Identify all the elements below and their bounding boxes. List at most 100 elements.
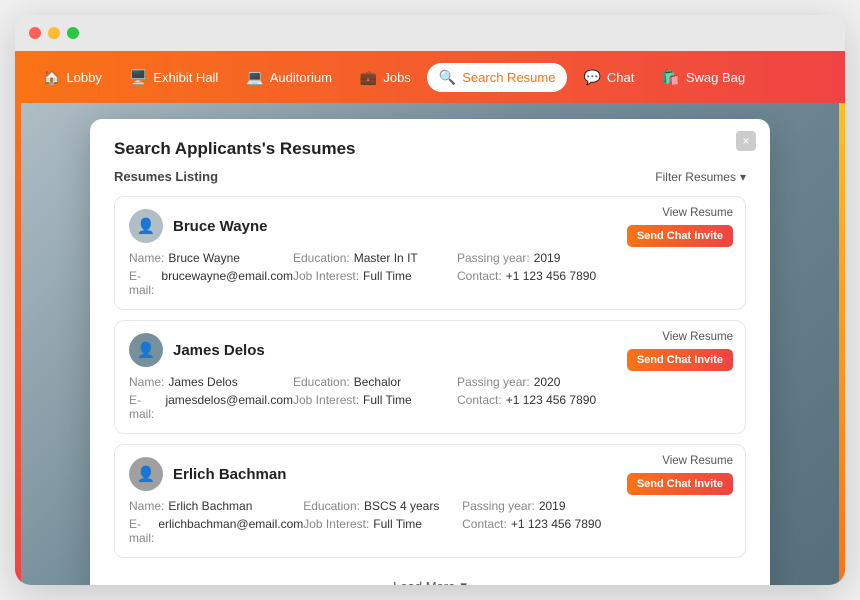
education-label: Education:: [293, 251, 350, 265]
detail-row: E-mail: erlichbachman@email.com: [129, 517, 303, 545]
passing-year-value: 2019: [534, 251, 561, 265]
home-icon: 🏠: [43, 69, 60, 86]
card-details: Name: Erlich Bachman Education: BSCS 4 y…: [129, 499, 731, 545]
close-button[interactable]: ×: [736, 131, 756, 151]
detail-row: Passing year: 2019: [462, 499, 621, 513]
exhibit-icon: 🖥️: [130, 69, 147, 86]
name-value: Erlich Bachman: [168, 499, 252, 513]
email-value: erlichbachman@email.com: [158, 517, 303, 545]
modal-subtitle-row: Resumes Listing Filter Resumes ▾: [114, 169, 746, 184]
chevron-down-icon: ▾: [740, 170, 746, 184]
sidebar-item-auditorium[interactable]: 💻 Auditorium: [234, 63, 344, 92]
job-interest-label: Job Interest:: [293, 269, 359, 297]
job-interest-value: Full Time: [363, 393, 412, 421]
avatar: 👤: [129, 457, 163, 491]
contact-value: +1 123 456 7890: [506, 269, 596, 297]
name-label: Name:: [129, 375, 164, 389]
chevron-down-icon: ▾: [460, 578, 467, 585]
detail-row: Job Interest: Full Time: [303, 517, 462, 545]
resumes-listing-label: Resumes Listing: [114, 169, 218, 184]
job-interest-label: Job Interest:: [293, 393, 359, 421]
email-label: E-mail:: [129, 269, 157, 297]
applicant-name: Erlich Bachman: [173, 466, 286, 483]
view-resume-link[interactable]: View Resume: [662, 331, 733, 343]
card-actions: View Resume Send Chat Invite: [627, 331, 733, 371]
sidebar-item-jobs[interactable]: 💼 Jobs: [348, 63, 423, 92]
passing-year-label: Passing year:: [457, 251, 530, 265]
name-value: James Delos: [168, 375, 237, 389]
applicant-name: Bruce Wayne: [173, 218, 267, 235]
view-resume-link[interactable]: View Resume: [662, 455, 733, 467]
applicant-name: James Delos: [173, 342, 265, 359]
education-label: Education:: [293, 375, 350, 389]
dot-green[interactable]: [67, 27, 79, 39]
chat-icon: 💬: [583, 69, 600, 86]
search-resume-label: Search Resume: [462, 70, 555, 85]
email-label: E-mail:: [129, 393, 161, 421]
applicant-card: 👤 Erlich Bachman View Resume Send Chat I…: [114, 444, 746, 558]
detail-row: Contact: +1 123 456 7890: [462, 517, 621, 545]
detail-row: Passing year: 2020: [457, 375, 621, 389]
jobs-icon: 💼: [360, 69, 377, 86]
load-more-label: Load More: [393, 579, 455, 586]
job-interest-label: Job Interest:: [303, 517, 369, 545]
dot-yellow[interactable]: [48, 27, 60, 39]
navbar: 🏠 Lobby 🖥️ Exhibit Hall 💻 Auditorium 💼 J…: [15, 51, 845, 103]
detail-row: Name: James Delos: [129, 375, 293, 389]
sidebar-item-search-resume[interactable]: 🔍 Search Resume: [427, 63, 568, 92]
detail-row: Contact: +1 123 456 7890: [457, 393, 621, 421]
sidebar-item-swag-bag[interactable]: 🛍️ Swag Bag: [650, 63, 757, 92]
send-chat-invite-button[interactable]: Send Chat Invite: [627, 225, 733, 247]
avatar: 👤: [129, 333, 163, 367]
email-label: E-mail:: [129, 517, 154, 545]
detail-row: Contact: +1 123 456 7890: [457, 269, 621, 297]
detail-row: Education: BSCS 4 years: [303, 499, 462, 513]
email-value: jamesdelos@email.com: [165, 393, 293, 421]
education-label: Education:: [303, 499, 360, 513]
name-value: Bruce Wayne: [168, 251, 240, 265]
lobby-label: Lobby: [66, 70, 101, 85]
detail-row: Name: Erlich Bachman: [129, 499, 303, 513]
detail-row: Passing year: 2019: [457, 251, 621, 265]
avatar: 👤: [129, 209, 163, 243]
sidebar-item-exhibit-hall[interactable]: 🖥️ Exhibit Hall: [118, 63, 230, 92]
accent-right: [839, 103, 845, 585]
jobs-label: Jobs: [383, 70, 410, 85]
education-value: BSCS 4 years: [364, 499, 439, 513]
auditorium-label: Auditorium: [270, 70, 332, 85]
applicant-card: 👤 Bruce Wayne View Resume Send Chat Invi…: [114, 196, 746, 310]
detail-row: Education: Bechalor: [293, 375, 457, 389]
load-more-button[interactable]: Load More ▾: [114, 568, 746, 585]
education-value: Bechalor: [354, 375, 401, 389]
card-details: Name: Bruce Wayne Education: Master In I…: [129, 251, 731, 297]
swag-bag-icon: 🛍️: [662, 69, 679, 86]
applicant-card: 👤 James Delos View Resume Send Chat Invi…: [114, 320, 746, 434]
exhibit-hall-label: Exhibit Hall: [153, 70, 218, 85]
search-icon: 🔍: [439, 69, 456, 86]
card-actions: View Resume Send Chat Invite: [627, 207, 733, 247]
contact-value: +1 123 456 7890: [511, 517, 601, 545]
sidebar-item-lobby[interactable]: 🏠 Lobby: [31, 63, 114, 92]
job-interest-value: Full Time: [373, 517, 422, 545]
job-interest-value: Full Time: [363, 269, 412, 297]
detail-row: Education: Master In IT: [293, 251, 457, 265]
contact-value: +1 123 456 7890: [506, 393, 596, 421]
view-resume-link[interactable]: View Resume: [662, 207, 733, 219]
education-value: Master In IT: [354, 251, 418, 265]
email-value: brucewayne@email.com: [161, 269, 293, 297]
name-label: Name:: [129, 251, 164, 265]
contact-label: Contact:: [462, 517, 507, 545]
chat-label: Chat: [607, 70, 634, 85]
dot-red[interactable]: [29, 27, 41, 39]
send-chat-invite-button[interactable]: Send Chat Invite: [627, 349, 733, 371]
contact-label: Contact:: [457, 269, 502, 297]
detail-row: Job Interest: Full Time: [293, 269, 457, 297]
filter-resumes-button[interactable]: Filter Resumes ▾: [655, 170, 746, 184]
swag-bag-label: Swag Bag: [686, 70, 745, 85]
modal-title: Search Applicants's Resumes: [114, 139, 746, 159]
sidebar-item-chat[interactable]: 💬 Chat: [571, 63, 646, 92]
passing-year-value: 2020: [534, 375, 561, 389]
name-label: Name:: [129, 499, 164, 513]
passing-year-value: 2019: [539, 499, 566, 513]
send-chat-invite-button[interactable]: Send Chat Invite: [627, 473, 733, 495]
